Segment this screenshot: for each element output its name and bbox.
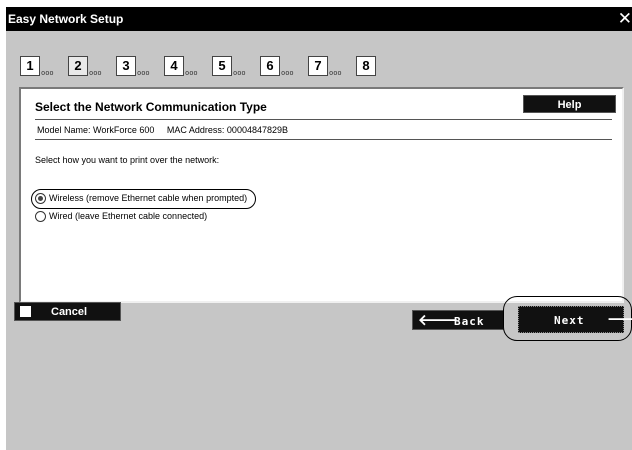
step-4: 4 [164, 56, 184, 76]
next-label: Next [554, 314, 585, 327]
arrow-right-icon: 🡒 [607, 310, 632, 328]
arrow-left-icon: 🡐 [418, 311, 459, 329]
device-info: Model Name: WorkForce 600 MAC Address: 0… [37, 125, 298, 135]
next-button[interactable]: Next 🡒 [518, 306, 632, 333]
step-7: 7 [308, 56, 328, 76]
step-dots: ooo [89, 69, 102, 77]
setup-window: Easy Network Setup ✕ 1 ooo 2 ooo 3 ooo 4… [6, 7, 632, 450]
step-dots: ooo [185, 69, 198, 77]
step-2: 2 [68, 56, 88, 76]
option-wired[interactable]: Wired (leave Ethernet cable connected) [35, 211, 207, 225]
step-dots: ooo [281, 69, 294, 77]
option-wireless[interactable]: Wireless (remove Ethernet cable when pro… [35, 193, 247, 207]
instruction-text: Select how you want to print over the ne… [35, 155, 220, 165]
back-button[interactable]: 🡐 Back [412, 310, 504, 330]
back-label: Back [454, 315, 485, 328]
step-8: 8 [356, 56, 376, 76]
window-title: Easy Network Setup [8, 12, 124, 26]
close-icon[interactable]: ✕ [618, 9, 632, 29]
cancel-button[interactable]: Cancel [14, 302, 121, 321]
step-5: 5 [212, 56, 232, 76]
step-3: 3 [116, 56, 136, 76]
panel-title: Select the Network Communication Type [35, 100, 267, 114]
step-dots: ooo [137, 69, 150, 77]
mac-address: MAC Address: 00004847829B [166, 125, 288, 135]
step-6: 6 [260, 56, 280, 76]
step-dots: ooo [329, 69, 342, 77]
square-icon [20, 306, 31, 317]
radio-wired[interactable] [35, 211, 46, 223]
option-label: Wireless (remove Ethernet cable when pro… [49, 193, 248, 203]
divider [35, 139, 612, 140]
step-dots: ooo [41, 69, 54, 77]
step-1: 1 [20, 56, 40, 76]
option-label: Wired (leave Ethernet cable connected) [49, 211, 208, 221]
model-name: Model Name: WorkForce 600 [37, 125, 155, 135]
content-panel: Select the Network Communication Type He… [19, 87, 624, 303]
radio-wireless[interactable] [35, 193, 46, 205]
cancel-label: Cancel [51, 306, 88, 318]
step-dots: ooo [233, 69, 246, 77]
title-bar: Easy Network Setup ✕ [6, 7, 632, 31]
divider [35, 119, 612, 120]
help-button[interactable]: Help [523, 95, 616, 113]
